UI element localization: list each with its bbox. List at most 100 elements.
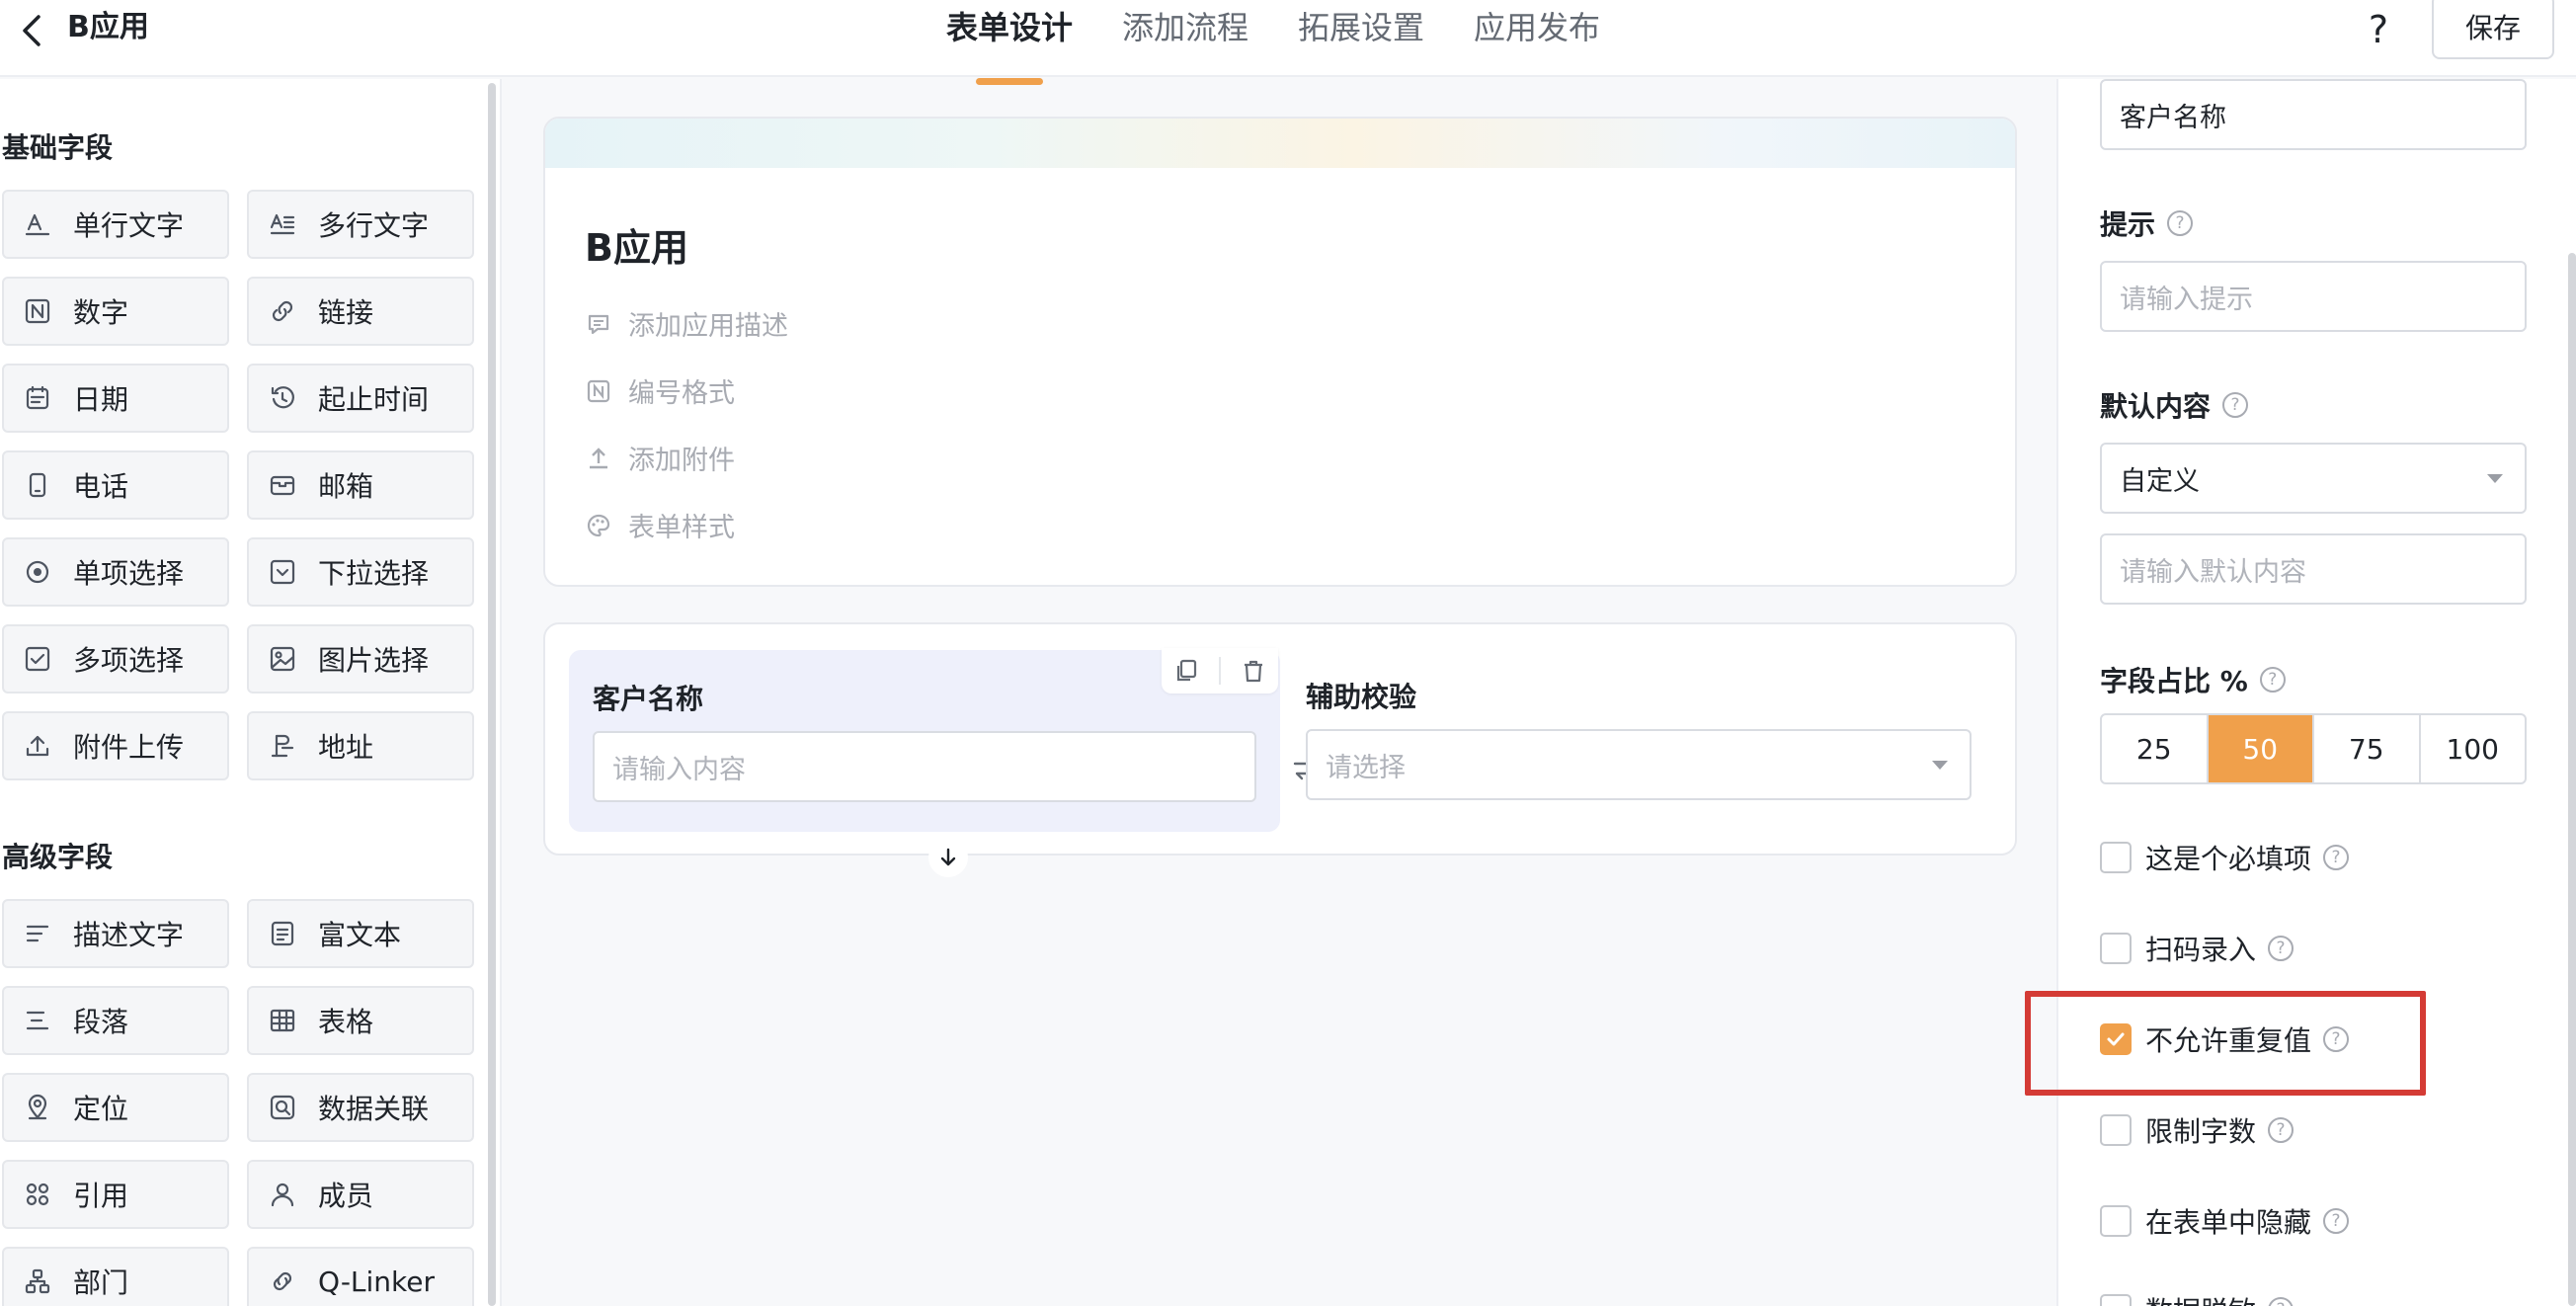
question-icon[interactable]: ? [2323,1026,2350,1052]
palette-field-radio[interactable]: 单项选择 [2,537,229,607]
palette-field-single-line-text[interactable]: 单行文字 [2,190,229,259]
department-icon [24,1267,51,1295]
palette-field-number[interactable]: 数字 [2,277,229,346]
required-option[interactable]: 这是个必填项 ? [2100,838,2350,877]
properties-scrollbar[interactable] [2568,253,2576,1306]
question-icon[interactable]: ? [2323,1208,2350,1234]
delete-field-button[interactable] [1238,655,1269,687]
palette-field-link[interactable]: 链接 [247,277,474,346]
tab-extend-settings[interactable]: 拓展设置 [1298,0,1424,77]
palette-field-checkbox[interactable]: 多项选择 [2,624,229,694]
field-name-input[interactable]: 客户名称 [2100,79,2527,150]
limit-length-checkbox[interactable] [2100,1114,2132,1146]
ratio-option-50[interactable]: 50 [2208,715,2314,782]
data-mask-checkbox[interactable] [2100,1294,2132,1306]
palette-field-label: 富文本 [318,919,402,951]
question-icon[interactable]: ? [2268,936,2294,961]
palette-field-address[interactable]: 地址 [247,711,474,780]
palette-field-label: 图片选择 [318,644,430,677]
palette-field-label: 引用 [73,1180,129,1212]
limit-length-option-label: 限制字数 [2145,1115,2257,1148]
copy-field-button[interactable] [1170,655,1202,687]
advanced-fields-title: 高级字段 [2,841,114,873]
number-format-label: 编号格式 [628,378,735,409]
palette-field-reference[interactable]: 引用 [2,1160,229,1229]
palette-icon [585,512,612,539]
add-attachment-link[interactable]: 添加附件 [585,439,735,477]
palette-field-label: 部门 [73,1266,129,1299]
palette-field-mail[interactable]: 邮箱 [247,450,474,520]
palette-field-label: 日期 [73,383,129,416]
palette-field-label: 描述文字 [73,919,185,951]
scan-input-checkbox[interactable] [2100,933,2132,964]
add-description-link[interactable]: 添加应用描述 [585,304,788,343]
hide-in-form-option[interactable]: 在表单中隐藏 ? [2100,1201,2350,1241]
palette-field-label: 附件上传 [73,731,185,764]
ratio-option-100[interactable]: 100 [2421,715,2526,782]
palette-field-dropdown[interactable]: 下拉选择 [247,537,474,607]
back-button[interactable] [8,6,57,55]
palette-field-paragraph[interactable]: 段落 [2,986,229,1055]
question-icon[interactable]: ? [2268,1297,2294,1306]
form-field-customer-name[interactable]: 客户名称 请输入内容 [569,648,1317,877]
palette-field-phone[interactable]: 电话 [2,450,229,520]
form-title[interactable]: B应用 [585,217,688,272]
field-input-preview[interactable]: 请输入内容 [593,731,1256,802]
ratio-option-25[interactable]: 25 [2102,715,2209,782]
default-content-input[interactable]: 请输入默认内容 [2100,533,2527,605]
palette-field-description[interactable]: 描述文字 [2,899,229,968]
tab-form-design[interactable]: 表单设计 [946,0,1073,85]
save-button[interactable]: 保存 [2432,0,2554,59]
palette-field-label: 单项选择 [73,557,185,590]
required-checkbox[interactable] [2100,842,2132,873]
palette-field-member[interactable]: 成员 [247,1160,474,1229]
tab-app-publish[interactable]: 应用发布 [1474,0,1600,77]
palette-field-data-link[interactable]: 数据关联 [247,1073,474,1142]
palette-field-calendar[interactable]: 日期 [2,364,229,433]
palette-field-location[interactable]: 定位 [2,1073,229,1142]
question-icon[interactable]: ? [2222,392,2249,418]
hint-label: 提示 ? [2100,204,2194,243]
move-down-button[interactable] [928,838,968,877]
question-icon[interactable]: ? [2167,210,2194,236]
help-button[interactable]: ? [2351,4,2406,55]
no-duplicate-checkbox[interactable] [2100,1023,2132,1055]
scan-input-option[interactable]: 扫码录入 ? [2100,929,2294,968]
limit-length-option[interactable]: 限制字数 ? [2100,1110,2294,1150]
default-mode-select[interactable]: 自定义 [2100,443,2527,514]
hint-input[interactable]: 请输入提示 [2100,261,2527,332]
question-icon[interactable]: ? [2268,1117,2294,1143]
tab-add-flow[interactable]: 添加流程 [1122,0,1248,77]
ratio-option-75[interactable]: 75 [2314,715,2421,782]
palette-field-label: 地址 [318,731,374,764]
chevron-left-icon [23,15,40,46]
palette-field-upload[interactable]: 附件上传 [2,711,229,780]
hide-in-form-checkbox[interactable] [2100,1205,2132,1237]
palette-scrollbar[interactable] [488,83,496,1306]
palette-field-department[interactable]: 部门 [2,1247,229,1306]
number-format-icon [585,377,612,405]
form-style-link[interactable]: 表单样式 [585,506,735,544]
header-decoration-band [545,119,2015,168]
upload-icon [585,445,612,472]
no-duplicate-option[interactable]: 不允许重复值 ? [2100,1020,2350,1059]
palette-field-time-range[interactable]: 起止时间 [247,364,474,433]
data-link-icon [269,1094,296,1121]
palette-field-table[interactable]: 表格 [247,986,474,1055]
mail-icon [269,471,296,499]
question-icon[interactable]: ? [2259,667,2286,693]
palette-field-label: 邮箱 [318,470,374,503]
data-mask-option[interactable]: 数据脱敏 ? [2100,1290,2294,1306]
number-format-link[interactable]: 编号格式 [585,371,735,410]
radio-icon [24,558,51,586]
question-icon[interactable]: ? [2323,845,2350,870]
palette-field-rich-text[interactable]: 富文本 [247,899,474,968]
palette-field-image[interactable]: 图片选择 [247,624,474,694]
palette-field-multi-line-text[interactable]: 多行文字 [247,190,474,259]
palette-field-label: 单行文字 [73,209,185,242]
aux-check-select[interactable]: 请选择 [1306,729,1972,800]
palette-field-q-linker[interactable]: Q-Linker [247,1247,474,1306]
top-bar: B应用 表单设计 添加流程 拓展设置 应用发布 ? 保存 [0,0,2576,85]
palette-field-label: 定位 [73,1093,129,1125]
multi-line-text-icon [269,210,296,238]
